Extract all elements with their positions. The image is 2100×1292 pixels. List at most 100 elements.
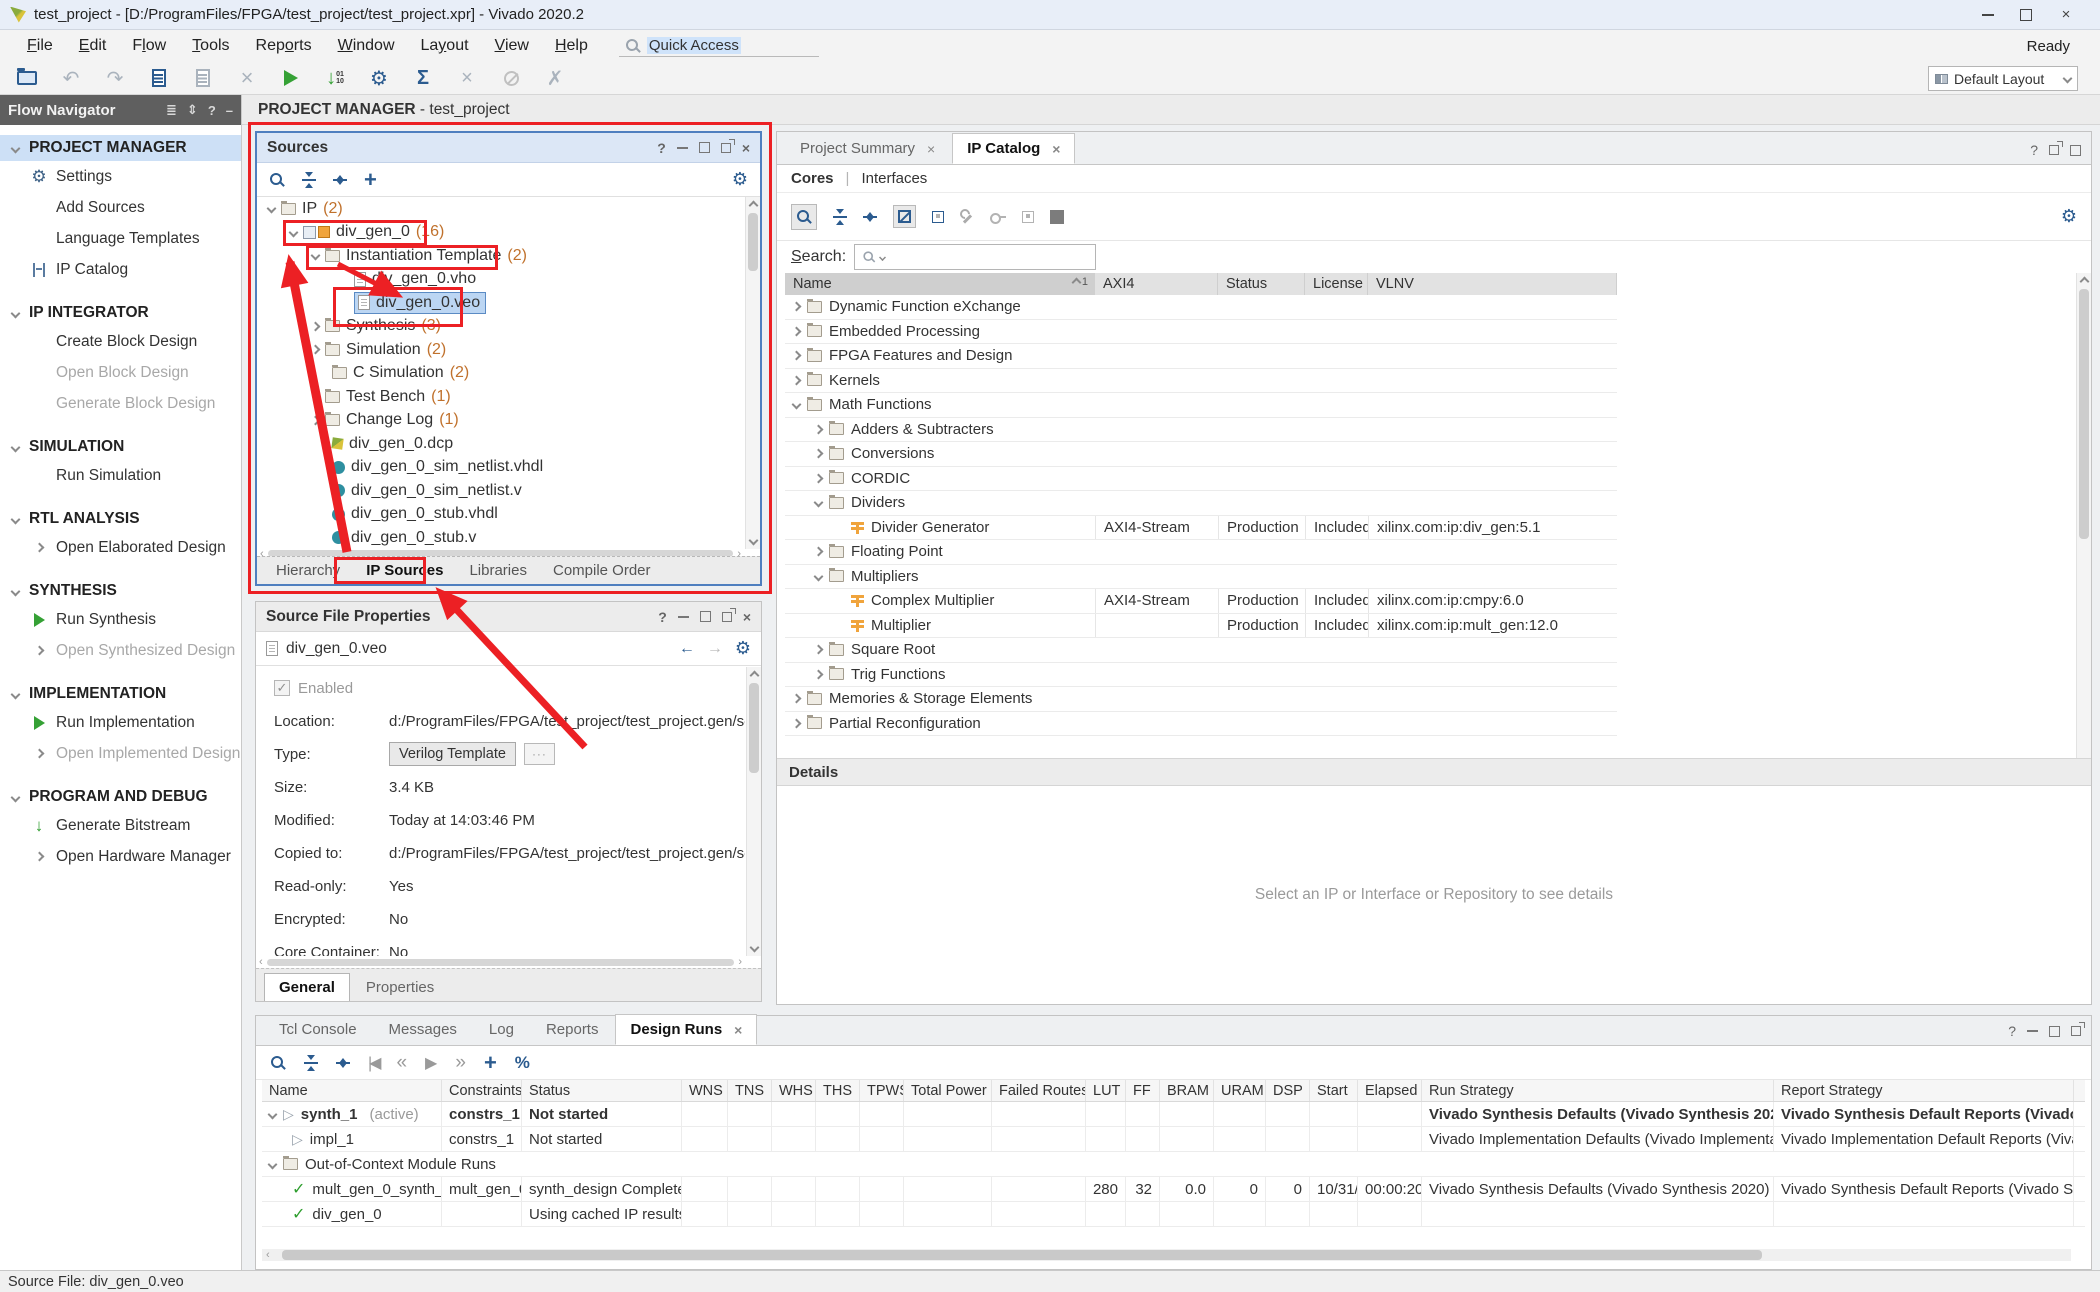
tree-item-instantiation-template[interactable]: Instantiation Template(2) [257,244,744,268]
chevron-right-icon[interactable] [814,473,824,483]
catalog-row-multiplier[interactable]: MultiplierProductionIncludedxilinx.com:i… [785,614,1617,639]
menu-layout[interactable]: Layout [408,35,482,57]
flownav-item-language-templates[interactable]: Language Templates [0,223,241,254]
chevron-down-icon[interactable] [268,1109,278,1119]
collapse-all-icon[interactable] [833,209,847,225]
chevron-right-icon[interactable] [814,645,824,655]
flownav-item-open-elaborated-design[interactable]: Open Elaborated Design [0,532,241,563]
ellipsis-button[interactable]: ··· [524,743,555,765]
minimize-panel-icon[interactable]: – [226,103,233,118]
play-icon[interactable]: ▶ [425,1053,437,1073]
console-tab-tcl-console[interactable]: Tcl Console [264,1014,372,1045]
redo-icon[interactable]: ↷ [104,67,126,89]
chevron-down-icon[interactable] [268,1159,278,1169]
chevron-right-icon[interactable] [792,302,802,312]
subtab-cores[interactable]: Cores [791,170,834,187]
menu-view[interactable]: View [482,35,542,57]
menu-flow[interactable]: Flow [119,35,179,57]
customize-icon[interactable] [960,210,974,224]
run-row-mult-gen-0-synth-1[interactable]: ✓mult_gen_0_synth_1mult_gen_0synth_desig… [262,1177,2085,1202]
expand-collapse-icon[interactable]: ⇕ [187,102,198,118]
menu-reports[interactable]: Reports [243,35,325,57]
column-header-wns[interactable]: WNS [682,1080,728,1101]
chevron-down-icon[interactable] [814,498,824,508]
flow-section-ip-integrator[interactable]: IP INTEGRATOR [0,300,241,326]
catalog-row-floating-point[interactable]: Floating Point [785,540,1617,565]
maximize-panel-icon[interactable] [2070,145,2081,156]
add-sources-icon[interactable]: + [364,172,377,188]
tree-item-ip[interactable]: IP(2) [257,197,744,221]
help-icon[interactable]: ? [657,140,666,156]
chevron-right-icon[interactable] [311,321,321,331]
flow-section-implementation[interactable]: IMPLEMENTATION [0,681,241,707]
flow-section-program-and-debug[interactable]: PROGRAM AND DEBUG [0,784,241,810]
menu-help[interactable]: Help [542,35,601,57]
runs-hscrollbar[interactable]: ‹ [262,1249,2071,1261]
chevron-right-icon[interactable] [792,326,802,336]
flownav-item-settings[interactable]: ⚙Settings [0,161,241,192]
catalog-search-input[interactable] [854,244,1096,270]
type-button[interactable]: Verilog Template [389,742,516,766]
catalog-row-dynamic-function-exchange[interactable]: Dynamic Function eXchange [785,295,1617,320]
chevron-right-icon[interactable] [792,694,802,704]
flow-section-rtl-analysis[interactable]: RTL ANALYSIS [0,506,241,532]
settings-gear-icon[interactable]: ⚙ [735,638,751,659]
catalog-row-memories-storage-elements[interactable]: Memories & Storage Elements [785,687,1617,712]
doc-tab-project-summary[interactable]: Project Summary× [785,133,950,164]
help-icon[interactable]: ? [658,609,667,625]
chevron-right-icon[interactable] [814,424,824,434]
catalog-row-dividers[interactable]: Dividers [785,491,1617,516]
properties-vscrollbar[interactable] [746,667,761,956]
undo-icon[interactable]: ↶ [60,67,82,89]
catalog-row-math-functions[interactable]: Math Functions [785,393,1617,418]
minimize-icon[interactable] [1982,14,1994,16]
copy-icon[interactable] [148,67,170,89]
column-header-name[interactable]: Name [262,1080,442,1101]
close-icon[interactable]: × [734,1022,742,1038]
column-header-whs[interactable]: WHS [772,1080,816,1101]
catalog-row-multipliers[interactable]: Multipliers [785,565,1617,590]
generate-bitstream-icon[interactable]: ↓0110 [324,67,346,89]
open-project-icon[interactable] [16,67,38,89]
menu-tools[interactable]: Tools [179,35,242,57]
tab-properties[interactable]: Properties [352,974,448,1001]
fast-forward-icon[interactable]: » [455,1052,466,1074]
chevron-right-icon[interactable] [792,351,802,361]
settings-gear-icon[interactable]: ⚙ [732,169,748,190]
tab-hierarchy[interactable]: Hierarchy [265,559,351,582]
search-icon[interactable] [269,172,285,188]
help-icon[interactable]: ? [2008,1023,2016,1039]
catalog-row-square-root[interactable]: Square Root [785,638,1617,663]
minimize-panel-icon[interactable] [677,147,688,149]
chevron-right-icon[interactable] [792,375,802,385]
chevron-down-icon[interactable] [311,251,321,261]
layout-selector[interactable]: Default Layout [1928,66,2078,91]
console-tab-reports[interactable]: Reports [531,1014,614,1045]
settings-gear-icon[interactable]: ⚙ [2061,206,2077,227]
close-panel-icon[interactable]: × [743,609,751,625]
search-icon[interactable] [270,1055,286,1071]
flownav-item-run-simulation[interactable]: Run Simulation [0,460,241,491]
run-row-out-of-context-module-runs[interactable]: Out-of-Context Module Runs [262,1152,2085,1177]
paste-icon[interactable] [192,67,214,89]
chevron-down-icon[interactable] [267,204,277,214]
info-icon[interactable] [1050,210,1064,224]
tree-item-simulation[interactable]: Simulation(2) [257,338,744,362]
rewind-icon[interactable]: « [396,1052,407,1074]
catalog-row-complex-multiplier[interactable]: Complex MultiplierAXI4-StreamProductionI… [785,589,1617,614]
column-header-axi4[interactable]: AXI4 [1095,273,1218,295]
catalog-row-adders-subtracters[interactable]: Adders & Subtracters [785,418,1617,443]
column-header-lut[interactable]: LUT [1086,1080,1126,1101]
delete-icon[interactable]: × [236,67,258,89]
tree-item-div-gen-0-stub-v[interactable]: div_gen_0_stub.v [257,526,744,549]
back-icon[interactable]: ← [679,640,695,658]
column-header-ff[interactable]: FF [1126,1080,1160,1101]
ip-filter-icon[interactable] [893,205,916,228]
chevron-right-icon[interactable] [814,669,824,679]
float-panel-icon[interactable] [722,612,732,622]
catalog-row-kernels[interactable]: Kernels [785,369,1617,394]
maximize-panel-icon[interactable] [700,611,711,622]
flownav-item-ip-catalog[interactable]: IP Catalog [0,254,241,285]
chevron-right-icon[interactable] [814,449,824,459]
menu-window[interactable]: Window [325,35,408,57]
